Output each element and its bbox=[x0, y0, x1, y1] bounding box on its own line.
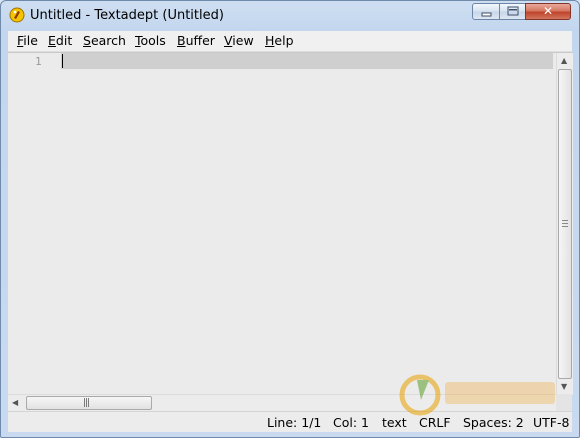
scroll-down-arrow-icon[interactable]: ▼ bbox=[561, 382, 567, 391]
scroll-left-arrow-icon[interactable]: ◀ bbox=[12, 398, 18, 407]
menu-edit-label: dit bbox=[55, 33, 73, 48]
vertical-scroll-thumb[interactable] bbox=[558, 69, 572, 379]
maximize-button[interactable] bbox=[499, 3, 526, 20]
menu-buffer[interactable]: Buffer bbox=[177, 33, 215, 49]
close-button[interactable]: ✕ bbox=[525, 3, 571, 20]
vertical-scrollbar[interactable]: ▲ ▼ bbox=[556, 53, 573, 395]
text-caret bbox=[62, 54, 63, 68]
close-icon: ✕ bbox=[542, 4, 554, 18]
menu-file[interactable]: File bbox=[17, 33, 38, 49]
status-eol[interactable]: CRLF bbox=[419, 415, 451, 430]
menu-help[interactable]: Help bbox=[265, 33, 294, 49]
status-column: Col: 1 bbox=[333, 415, 369, 430]
horizontal-scrollbar[interactable]: ◀ ||| bbox=[8, 394, 556, 412]
menu-search[interactable]: Search bbox=[83, 33, 126, 49]
menu-tools[interactable]: Tools bbox=[135, 33, 166, 49]
minimize-button[interactable] bbox=[472, 3, 500, 20]
app-window: Untitled - Textadept (Untitled) ✕ File E… bbox=[0, 0, 580, 438]
editor-area[interactable]: 1 ▲ ▼ bbox=[8, 52, 573, 395]
menu-buffer-label: uffer bbox=[185, 33, 215, 48]
window-title: Untitled - Textadept (Untitled) bbox=[30, 8, 224, 23]
maximize-icon bbox=[507, 6, 519, 16]
scrollbar-corner bbox=[556, 394, 572, 411]
menu-help-label: elp bbox=[274, 33, 294, 48]
menu-view-label: iew bbox=[232, 33, 254, 48]
status-bar: Line: 1/1 Col: 1 text CRLF Spaces: 2 UTF… bbox=[8, 411, 572, 432]
menu-help-mnemonic: H bbox=[265, 33, 275, 48]
status-encoding[interactable]: UTF-8 bbox=[533, 415, 569, 430]
menu-search-mnemonic: S bbox=[83, 33, 91, 48]
menu-view[interactable]: View bbox=[224, 33, 254, 49]
title-bar[interactable]: Untitled - Textadept (Untitled) ✕ bbox=[1, 1, 579, 31]
scroll-up-arrow-icon[interactable]: ▲ bbox=[561, 56, 567, 65]
textadept-logo-icon bbox=[9, 7, 25, 23]
minimize-icon bbox=[481, 12, 492, 17]
menu-buffer-mnemonic: B bbox=[177, 33, 186, 48]
horizontal-grip-icon: ||| bbox=[83, 398, 90, 408]
current-line-highlight bbox=[61, 53, 553, 69]
menu-edit-mnemonic: E bbox=[48, 33, 56, 48]
menu-search-label: earch bbox=[90, 33, 126, 48]
menu-tools-label: ools bbox=[140, 33, 166, 48]
line-number: 1 bbox=[35, 55, 42, 68]
status-indent[interactable]: Spaces: 2 bbox=[463, 415, 524, 430]
horizontal-scroll-thumb[interactable]: ||| bbox=[26, 396, 152, 410]
menu-bar: File Edit Search Tools Buffer View Help bbox=[8, 31, 572, 52]
menu-file-label: ile bbox=[23, 33, 38, 48]
menu-edit[interactable]: Edit bbox=[48, 33, 72, 49]
status-lexer[interactable]: text bbox=[382, 415, 407, 430]
status-line: Line: 1/1 bbox=[267, 415, 322, 430]
vertical-grip-icon bbox=[562, 220, 568, 227]
